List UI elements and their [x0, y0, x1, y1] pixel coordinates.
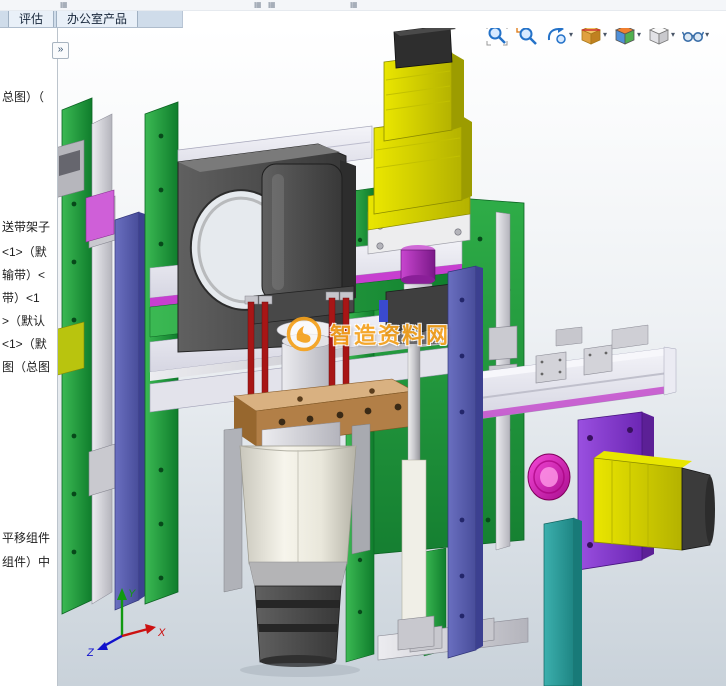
tab-office-products[interactable]: 办公室产品 — [56, 11, 138, 27]
watermark-text: 智造资料网 — [330, 318, 450, 350]
feature-manager-panel: 总图）（ 送带架子 <1>（默 输带）< 带）<1 >（默认 <1>（默 图（总… — [0, 28, 58, 686]
panel-collapse-button[interactable]: » — [52, 42, 69, 59]
cropped-toolbar-icon[interactable]: ▦ — [254, 0, 262, 10]
feature-tree-item[interactable]: 总图）（ — [2, 88, 44, 105]
feature-tree-item[interactable]: 组件）中 — [2, 553, 50, 570]
magenta-coupling[interactable] — [528, 454, 570, 500]
tab-evaluate[interactable]: 评估 — [8, 11, 54, 27]
command-manager-header: ▦ ▦ ▦ ▦ 评估 办公室产品 — [0, 0, 726, 28]
watermark-logo-icon — [284, 314, 324, 354]
triad-x-label: X — [157, 627, 166, 639]
teal-column[interactable] — [544, 518, 582, 686]
triad-y-label: Y — [128, 588, 136, 600]
feature-tree-item[interactable]: 带）<1 — [2, 289, 40, 306]
feature-tree-item[interactable]: 平移组件 — [2, 529, 50, 546]
cropped-toolbar-icon[interactable]: ▦ — [350, 0, 358, 10]
cropped-toolbar-icon[interactable]: ▦ — [268, 0, 276, 10]
feature-tree-item[interactable]: <1>（默 — [2, 335, 47, 352]
cropped-toolbar-icon[interactable]: ▦ — [60, 0, 68, 10]
command-manager-tabs: 评估 办公室产品 — [0, 11, 726, 28]
watermark: 智造资料网 — [284, 314, 450, 354]
feature-tree-item[interactable]: 输带）< — [2, 266, 45, 283]
tabs-group: 评估 办公室产品 — [0, 11, 183, 28]
cropped-toolbar-strip: ▦ ▦ ▦ ▦ — [0, 0, 726, 11]
feature-tree-item[interactable]: 送带架子 — [2, 218, 50, 235]
feature-tree-item[interactable]: 图（总图 — [2, 358, 50, 375]
triad-z-label: Z — [86, 647, 95, 659]
slate-blue-column[interactable] — [448, 266, 483, 658]
feature-tree-item[interactable]: >（默认 — [2, 312, 45, 329]
feature-tree-item[interactable]: <1>（默 — [2, 243, 47, 260]
